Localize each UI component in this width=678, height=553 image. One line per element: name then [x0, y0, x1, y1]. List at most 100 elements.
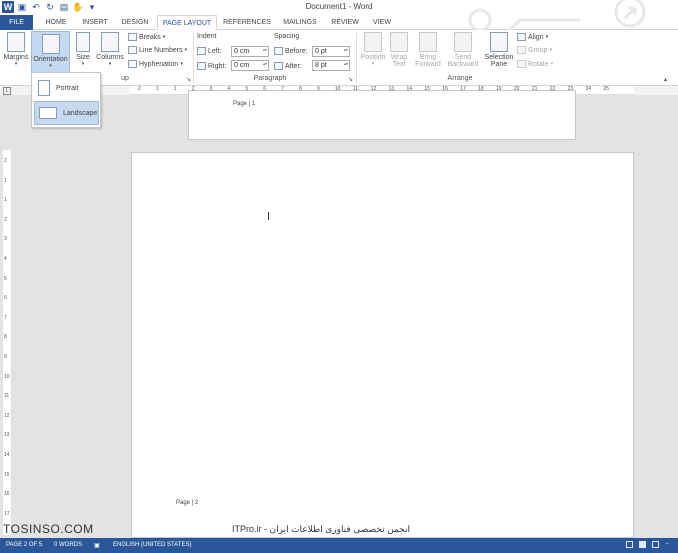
ruler-number: 6: [4, 295, 7, 302]
status-bar: PAGE 2 OF 5 0 WORDS ▣ ENGLISH (UNITED ST…: [0, 538, 678, 553]
read-mode-icon[interactable]: [626, 541, 633, 548]
ruler-number: 2: [138, 86, 141, 92]
margins-button[interactable]: Margins ▾: [2, 32, 30, 74]
ruler-number: 2: [4, 158, 7, 164]
dialog-launcher-icon[interactable]: ↘: [186, 76, 191, 83]
zoom-out-icon[interactable]: −: [665, 541, 672, 548]
spacing-after-icon: [274, 62, 283, 70]
orientation-button[interactable]: Orientation ▾: [31, 31, 70, 73]
word-count[interactable]: 0 WORDS: [54, 542, 82, 548]
indent-left-text: Left:: [208, 47, 222, 55]
tab-selector-icon[interactable]: L: [3, 87, 11, 95]
tab-mailings[interactable]: MAILINGS: [278, 15, 322, 30]
send-backward-icon: [454, 32, 472, 52]
chevron-down-icon: ▾: [14, 61, 18, 67]
ruler-number: 10: [4, 373, 10, 380]
indent-label: Indent: [197, 33, 217, 40]
selection-pane-label-1: Selection: [484, 54, 514, 61]
rotate-icon: [517, 60, 526, 68]
bring-forward-button[interactable]: Bring Forward: [412, 32, 444, 74]
send-backward-button[interactable]: Send Backward: [445, 32, 481, 74]
ruler-number: 11: [4, 393, 10, 400]
spacing-before-label: Before:: [274, 47, 308, 55]
web-layout-icon[interactable]: [652, 541, 659, 548]
columns-label: Columns: [96, 54, 124, 61]
chevron-down-icon: ▾: [49, 63, 52, 69]
columns-icon: [101, 32, 119, 52]
columns-button[interactable]: Columns ▾: [95, 32, 125, 74]
indent-right-field[interactable]: 0 cm: [231, 60, 269, 71]
page-count[interactable]: PAGE 2 OF 5: [6, 542, 42, 548]
orientation-label: Orientation: [33, 56, 68, 63]
page-2[interactable]: Page | 2: [131, 152, 634, 538]
line-numbers-button[interactable]: Line Numbers ▾: [128, 46, 187, 54]
ruler-number: 1: [4, 177, 7, 184]
hyphenation-label: Hyphenation: [139, 60, 179, 68]
align-button[interactable]: Align ▾: [517, 33, 548, 41]
page-setup-group-label: up: [121, 75, 129, 82]
size-label: Size: [76, 54, 90, 61]
text-cursor: [268, 212, 269, 220]
ruler-number: 1: [4, 197, 7, 204]
wrap-text-icon: [390, 32, 408, 52]
proofing-icon[interactable]: ▣: [94, 542, 100, 549]
spacing-label: Spacing: [274, 33, 300, 40]
orientation-landscape-item[interactable]: Landscape: [34, 101, 99, 125]
line-numbers-icon: [128, 46, 137, 54]
wrap-text-button[interactable]: Wrap Text: [387, 32, 411, 74]
vertical-ruler[interactable]: 2 1 1 2 3 4 5 6 7 8 9 10 11 12 13 14 15 16 17: [3, 150, 12, 535]
chevron-down-icon: ▾: [180, 61, 183, 67]
print-layout-icon[interactable]: [639, 541, 646, 548]
chevron-down-icon: ▾: [549, 47, 552, 53]
indent-right-icon: [197, 62, 206, 70]
document-area[interactable]: Page | 1 Page | 2: [0, 90, 678, 538]
ruler-number: 4: [4, 256, 7, 262]
rotate-button[interactable]: Rotate ▾: [517, 60, 553, 68]
group-button[interactable]: Group ▾: [517, 46, 552, 54]
tab-page-layout[interactable]: PAGE LAYOUT: [157, 15, 217, 30]
group-label: Group: [528, 46, 548, 54]
size-button[interactable]: Size ▾: [72, 32, 94, 74]
ruler-number: 24: [585, 86, 592, 92]
selection-pane-icon: [490, 32, 508, 52]
tab-file[interactable]: FILE: [0, 15, 33, 30]
chevron-down-icon: ▾: [108, 61, 112, 67]
indent-left-label: Left:: [197, 47, 222, 55]
tab-view[interactable]: VIEW: [367, 15, 397, 30]
dialog-launcher-icon[interactable]: ↘: [348, 76, 353, 83]
size-icon: [76, 32, 90, 52]
wrap-text-label-1: Wrap: [390, 54, 408, 61]
landscape-label: Landscape: [63, 109, 98, 117]
breaks-button[interactable]: Breaks ▾: [128, 33, 165, 41]
orientation-portrait-item[interactable]: Portrait: [34, 76, 99, 100]
tab-home[interactable]: HOME: [38, 15, 74, 30]
ruler-number: 2: [4, 216, 7, 223]
chevron-down-icon: ▾: [371, 61, 375, 67]
spacing-after-text: After:: [285, 62, 302, 70]
align-label: Align: [528, 33, 544, 41]
ruler-number: 13: [4, 432, 10, 439]
position-button[interactable]: Position ▾: [358, 32, 388, 74]
wrap-text-label-2: Text: [392, 61, 406, 68]
tab-design[interactable]: DESIGN: [116, 15, 154, 30]
tab-review[interactable]: REVIEW: [326, 15, 364, 30]
spacing-after-field[interactable]: 8 pt: [312, 60, 350, 71]
chevron-down-icon: ▾: [545, 34, 549, 40]
portrait-label: Portrait: [56, 84, 79, 92]
spacing-before-field[interactable]: 0 pt: [312, 46, 350, 57]
selection-pane-button[interactable]: Selection Pane: [483, 32, 515, 74]
page-1[interactable]: Page | 1: [188, 90, 576, 140]
hyphenation-button[interactable]: Hyphenation ▾: [128, 60, 183, 68]
ruler-number: 8: [4, 334, 7, 341]
spacing-after-label: After:: [274, 62, 302, 70]
indent-left-field[interactable]: 0 cm: [231, 46, 269, 57]
tab-references[interactable]: REFERENCES: [221, 15, 273, 30]
tab-insert[interactable]: INSERT: [76, 15, 114, 30]
ruler-number: 12: [4, 412, 10, 419]
ruler-number: 16: [4, 491, 10, 498]
language[interactable]: ENGLISH (UNITED STATES): [113, 542, 191, 548]
page-1-footer: Page | 1: [233, 101, 256, 107]
send-backward-label-2: Backward: [447, 61, 479, 68]
orientation-menu: Portrait Landscape: [31, 72, 101, 128]
collapse-ribbon-icon[interactable]: ▴: [664, 76, 667, 83]
